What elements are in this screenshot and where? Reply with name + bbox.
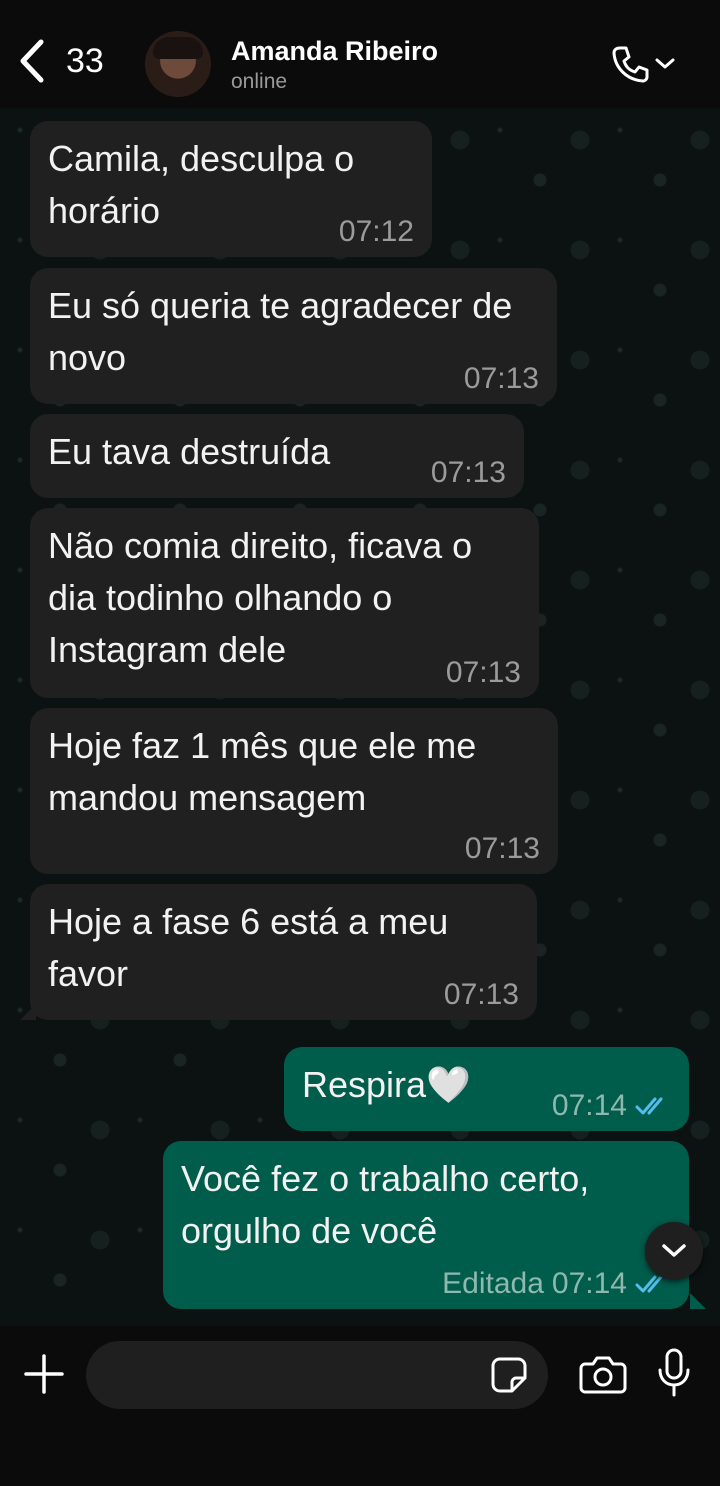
- bubble-tail: [20, 1004, 36, 1020]
- chat-header: 33 Amanda Ribeiro online: [0, 0, 720, 108]
- scroll-to-bottom-button[interactable]: [645, 1222, 703, 1280]
- message-time: 07:13: [463, 362, 539, 395]
- message-time: 07:12: [338, 215, 414, 248]
- message-text: Hoje faz 1 mês que ele me mandou mensage…: [48, 725, 477, 818]
- chevron-down-icon: [655, 58, 675, 69]
- message-time: 07:14: [551, 1267, 627, 1300]
- edited-label: Editada: [442, 1267, 544, 1300]
- bubble-tail: [690, 1293, 706, 1309]
- message-meta: Editada 07:14: [442, 1269, 671, 1299]
- message-bubble-outgoing[interactable]: Respira🤍 07:14: [284, 1047, 689, 1131]
- avatar[interactable]: [145, 31, 211, 97]
- message-bubble-incoming[interactable]: Hoje a fase 6 está a meu favor 07:13: [30, 884, 537, 1020]
- plus-icon: [24, 1354, 64, 1394]
- chevron-left-icon: [20, 39, 44, 83]
- sticker-button[interactable]: [490, 1356, 528, 1394]
- message-time: 07:13: [445, 656, 521, 689]
- call-button[interactable]: [610, 44, 680, 84]
- contact-name[interactable]: Amanda Ribeiro: [231, 36, 438, 67]
- message-input[interactable]: [86, 1341, 548, 1409]
- chevron-down-icon: [662, 1244, 686, 1257]
- unread-count[interactable]: 33: [66, 42, 104, 81]
- back-button[interactable]: [14, 36, 50, 86]
- camera-icon: [579, 1356, 627, 1394]
- message-text: Não comia direito, ficava o dia todinho …: [48, 525, 473, 670]
- attach-button[interactable]: [24, 1354, 64, 1394]
- microphone-button[interactable]: [656, 1348, 692, 1398]
- sticker-icon: [491, 1357, 527, 1393]
- message-bubble-incoming[interactable]: Hoje faz 1 mês que ele me mandou mensage…: [30, 708, 558, 874]
- message-bubble-outgoing[interactable]: Você fez o trabalho certo, orgulho de vo…: [163, 1141, 689, 1309]
- message-time: 07:13: [443, 978, 519, 1011]
- message-time: 07:14: [551, 1089, 627, 1122]
- read-receipt-icon: [635, 1097, 663, 1115]
- message-bubble-incoming[interactable]: Não comia direito, ficava o dia todinho …: [30, 508, 539, 698]
- phone-icon: [612, 46, 649, 83]
- camera-button[interactable]: [579, 1354, 627, 1394]
- microphone-icon: [658, 1348, 690, 1397]
- message-bubble-incoming[interactable]: Eu tava destruída 07:13: [30, 414, 524, 498]
- message-time: 07:13: [464, 832, 540, 865]
- message-bubble-incoming[interactable]: Camila, desculpa o horário 07:12: [30, 121, 432, 257]
- message-meta: 07:14: [552, 1091, 671, 1121]
- message-text: Você fez o trabalho certo, orgulho de vo…: [181, 1158, 590, 1251]
- message-time: 07:13: [430, 456, 506, 489]
- contact-status: online: [231, 70, 288, 93]
- message-bubble-incoming[interactable]: Eu só queria te agradecer de novo 07:13: [30, 268, 557, 404]
